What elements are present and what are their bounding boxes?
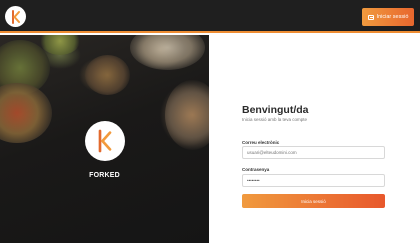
food-plate-decoration	[40, 35, 80, 55]
food-plate-decoration	[165, 80, 209, 150]
food-plate-decoration	[85, 55, 130, 95]
email-field[interactable]	[242, 146, 385, 159]
login-button-label: Iniciar sessió	[376, 14, 409, 20]
password-label: Contrasenya	[242, 167, 270, 172]
forked-logo-icon[interactable]	[5, 6, 26, 27]
password-field[interactable]: ••••••••	[242, 174, 385, 187]
email-label: Correu electrònic	[242, 140, 280, 145]
food-plate-decoration	[130, 35, 205, 70]
page-subtitle: Inicia sessió amb la teva compte	[242, 117, 308, 122]
brand-name: FORKED	[89, 172, 120, 179]
login-button[interactable]: Iniciar sessió	[362, 8, 414, 26]
login-panel	[209, 35, 420, 243]
login-door-icon	[367, 14, 374, 20]
submit-login-label: Inicia sessió	[301, 198, 326, 204]
submit-login-button[interactable]: Inicia sessió	[242, 194, 385, 208]
food-plate-decoration	[0, 83, 52, 143]
top-navigation-bar: Iniciar sessió	[0, 0, 420, 33]
hero-food-image	[0, 35, 209, 243]
forked-logo-icon	[85, 121, 125, 161]
page-title: Benvingut/da	[242, 104, 309, 116]
